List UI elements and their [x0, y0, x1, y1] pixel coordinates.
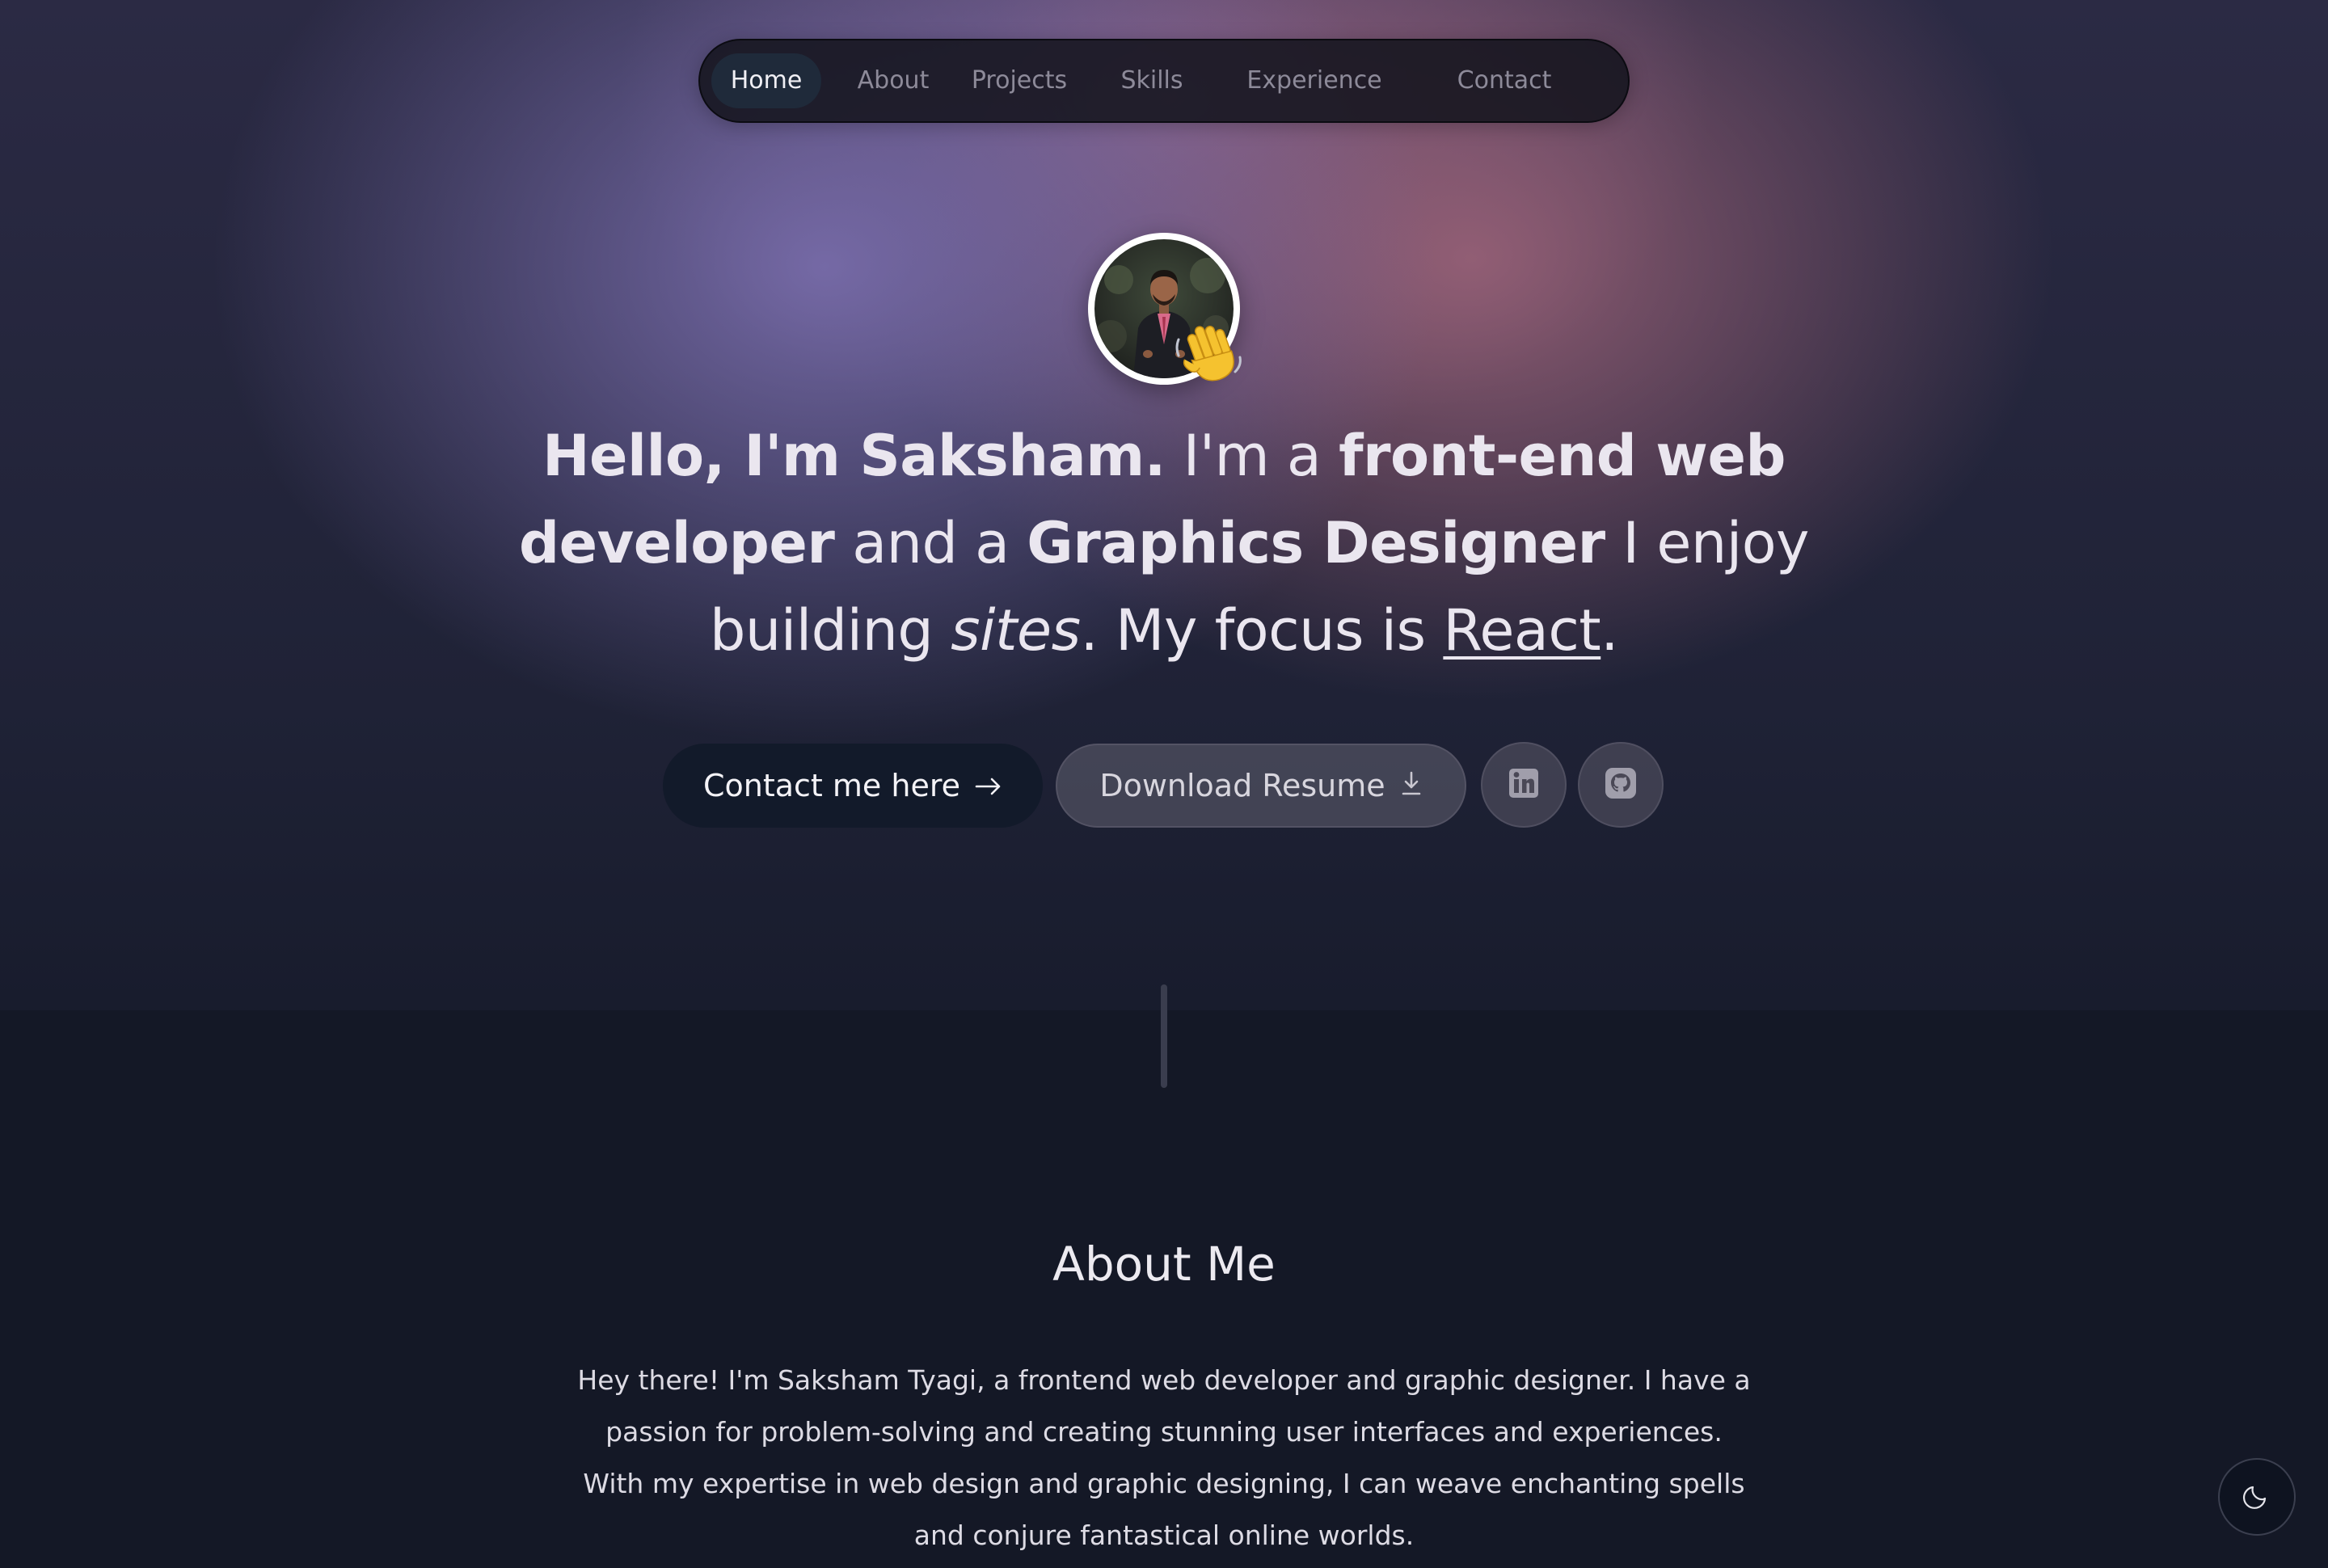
top-nav: Home About Projects Skills Experience Co… [698, 39, 1630, 123]
hero-headline: Hello, I'm Saksham. I'm a front-end web … [501, 412, 1827, 674]
headline-focus: . My focus is [1080, 597, 1427, 664]
headline-and-a: and a [852, 510, 1010, 576]
download-resume-button[interactable]: Download Resume [1056, 744, 1466, 828]
nav-item-contact[interactable]: Contact [1436, 53, 1573, 108]
moon-icon [2242, 1481, 2271, 1513]
nav-item-skills[interactable]: Skills [1104, 53, 1200, 108]
waving-hand-icon [1172, 315, 1245, 388]
download-icon [1400, 768, 1423, 803]
nav-item-experience[interactable]: Experience [1225, 53, 1403, 108]
arrow-right-icon [975, 768, 1002, 803]
nav-item-about[interactable]: About [846, 53, 941, 108]
github-button[interactable] [1578, 742, 1664, 828]
contact-me-label: Contact me here [702, 768, 961, 803]
nav-item-home[interactable]: Home [711, 53, 821, 108]
download-resume-label: Download Resume [1099, 768, 1385, 803]
section-divider [1161, 984, 1167, 1088]
nav-item-projects[interactable]: Projects [959, 53, 1080, 108]
theme-toggle-button[interactable] [2218, 1458, 2296, 1536]
contact-me-button[interactable]: Contact me here [663, 744, 1043, 828]
headline-greeting: Hello, I'm Saksham. [542, 423, 1166, 489]
headline-role-graphics: Graphics Designer [1027, 510, 1605, 576]
headline-react: React [1443, 597, 1601, 664]
github-icon [1605, 767, 1637, 803]
linkedin-button[interactable] [1481, 742, 1567, 828]
about-text: Hey there! I'm Saksham Tyagi, a frontend… [577, 1364, 1751, 1551]
headline-im-a: I'm a [1183, 423, 1322, 489]
about-title: About Me [1052, 1237, 1276, 1292]
headline-sites: sites [951, 597, 1081, 664]
headline-end: . [1600, 597, 1619, 664]
linkedin-icon [1508, 768, 1539, 802]
